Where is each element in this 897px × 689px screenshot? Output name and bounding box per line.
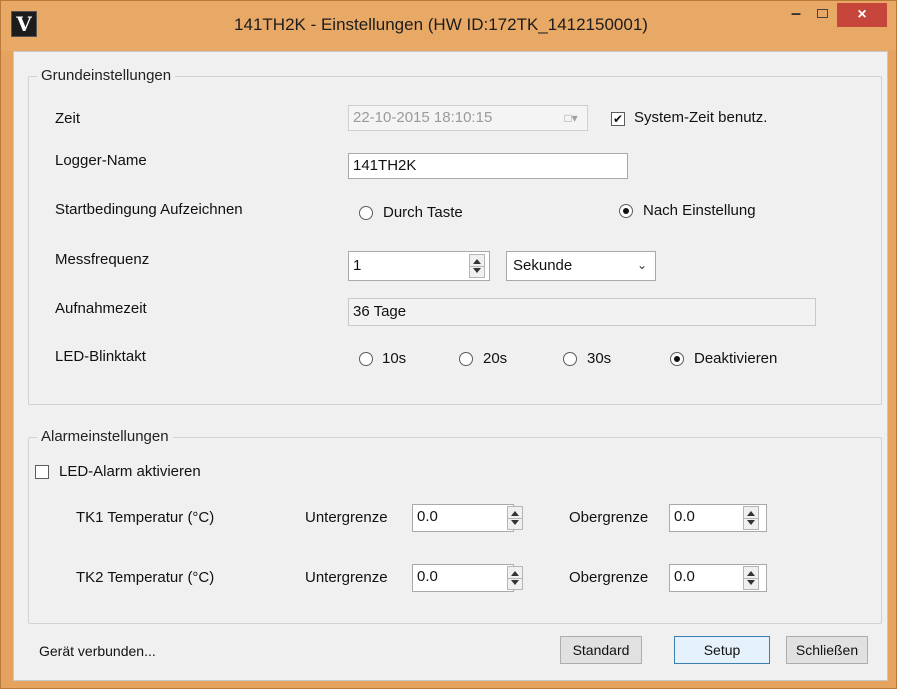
tk2-obergrenze-spinner[interactable] — [743, 566, 759, 590]
calendar-dropdown-icon: □▾ — [564, 111, 578, 125]
aufnahmezeit-value: 36 Tage — [353, 303, 407, 320]
window-title: 141TH2K - Einstellungen (HW ID:172TK_141… — [234, 15, 648, 34]
schliessen-button[interactable]: Schließen — [786, 636, 868, 664]
radio-led-20s[interactable] — [459, 352, 473, 366]
radio-durch-taste[interactable] — [359, 206, 373, 220]
messfrequenz-label: Messfrequenz — [55, 251, 150, 268]
radio-led-deaktivieren[interactable] — [670, 352, 684, 366]
led-10s-label[interactable]: 10s — [382, 350, 406, 367]
group-alarmeinstellungen: Alarmeinstellungen LED-Alarm aktivieren … — [28, 428, 882, 624]
spin-divider — [744, 578, 758, 579]
tk1-obergrenze-label: Obergrenze — [569, 509, 649, 526]
led-blinktakt-label: LED-Blinktakt — [55, 348, 146, 365]
zeit-value: 22-10-2015 18:10:15 — [353, 109, 493, 126]
spin-up-icon — [747, 511, 755, 516]
spin-up-icon — [511, 571, 519, 576]
durch-taste-label[interactable]: Durch Taste — [383, 204, 463, 221]
led-deaktivieren-label[interactable]: Deaktivieren — [694, 350, 777, 367]
spin-divider — [508, 578, 522, 579]
led-alarm-label[interactable]: LED-Alarm aktivieren — [59, 463, 201, 480]
group-grundeinstellungen: Grundeinstellungen Zeit 22-10-2015 18:10… — [28, 67, 882, 405]
settings-window: V 141TH2K - Einstellungen (HW ID:172TK_1… — [0, 0, 897, 689]
messfrequenz-unit-select[interactable]: Sekunde ⌄ — [506, 251, 656, 281]
standard-button[interactable]: Standard — [560, 636, 642, 664]
nach-einstellung-label[interactable]: Nach Einstellung — [643, 202, 756, 219]
zeit-datetime-picker: 22-10-2015 18:10:15 □▾ — [348, 105, 588, 131]
group-title-alarmeinstellungen: Alarmeinstellungen — [37, 428, 173, 445]
tk1-temperatur-label: TK1 Temperatur (°C) — [76, 509, 215, 526]
tk2-untergrenze-spinner[interactable] — [507, 566, 523, 590]
systemzeit-checkbox[interactable]: ✔ — [611, 112, 625, 126]
tk2-untergrenze-value: 0.0 — [417, 568, 438, 585]
tk1-untergrenze-spinner[interactable] — [507, 506, 523, 530]
led-20s-label[interactable]: 20s — [483, 350, 507, 367]
tk2-obergrenze-label: Obergrenze — [569, 569, 649, 586]
startbedingung-label: Startbedingung Aufzeichnen — [55, 201, 243, 218]
setup-button[interactable]: Setup — [674, 636, 770, 664]
messfrequenz-unit-value: Sekunde — [513, 257, 573, 274]
messfrequenz-value: 1 — [353, 257, 362, 274]
title-bar[interactable]: V 141TH2K - Einstellungen (HW ID:172TK_1… — [1, 1, 896, 51]
logger-name-input[interactable]: 141TH2K — [348, 153, 628, 179]
maximize-icon — [816, 9, 828, 18]
radio-led-10s[interactable] — [359, 352, 373, 366]
messfrequenz-spinner[interactable] — [469, 254, 485, 278]
spin-down-icon — [473, 268, 481, 273]
close-window-button[interactable]: × — [837, 3, 887, 27]
spin-divider — [470, 266, 484, 267]
aufnahmezeit-label: Aufnahmezeit — [55, 300, 147, 317]
logger-name-value: 141TH2K — [353, 157, 417, 174]
dialog-client-area: Grundeinstellungen Zeit 22-10-2015 18:10… — [13, 51, 888, 681]
spin-divider — [508, 518, 522, 519]
spin-up-icon — [511, 511, 519, 516]
radio-led-30s[interactable] — [563, 352, 577, 366]
spin-up-icon — [747, 571, 755, 576]
aufnahmezeit-field: 36 Tage — [348, 298, 816, 326]
app-icon: V — [11, 11, 37, 37]
spin-down-icon — [511, 520, 519, 525]
status-text: Gerät verbunden... — [39, 643, 156, 659]
spin-down-icon — [511, 580, 519, 585]
spin-down-icon — [747, 520, 755, 525]
led-alarm-checkbox[interactable] — [35, 465, 49, 479]
group-title-grundeinstellungen: Grundeinstellungen — [37, 67, 176, 84]
tk2-temperatur-label: TK2 Temperatur (°C) — [76, 569, 215, 586]
tk2-untergrenze-input[interactable]: 0.0 — [412, 564, 514, 592]
tk1-untergrenze-label: Untergrenze — [305, 509, 388, 526]
systemzeit-label[interactable]: System-Zeit benutz. — [634, 109, 767, 126]
led-30s-label[interactable]: 30s — [587, 350, 611, 367]
spin-divider — [744, 518, 758, 519]
spin-up-icon — [473, 259, 481, 264]
maximize-button[interactable] — [809, 3, 835, 27]
zeit-label: Zeit — [55, 110, 81, 127]
chevron-down-icon: ⌄ — [636, 258, 647, 272]
tk2-obergrenze-value: 0.0 — [674, 568, 695, 585]
tk1-obergrenze-spinner[interactable] — [743, 506, 759, 530]
radio-nach-einstellung[interactable] — [619, 204, 633, 218]
tk1-untergrenze-value: 0.0 — [417, 508, 438, 525]
tk1-obergrenze-value: 0.0 — [674, 508, 695, 525]
minimize-button[interactable]: – — [783, 3, 809, 27]
tk2-untergrenze-label: Untergrenze — [305, 569, 388, 586]
spin-down-icon — [747, 580, 755, 585]
logger-name-label: Logger-Name — [55, 152, 147, 169]
tk1-untergrenze-input[interactable]: 0.0 — [412, 504, 514, 532]
